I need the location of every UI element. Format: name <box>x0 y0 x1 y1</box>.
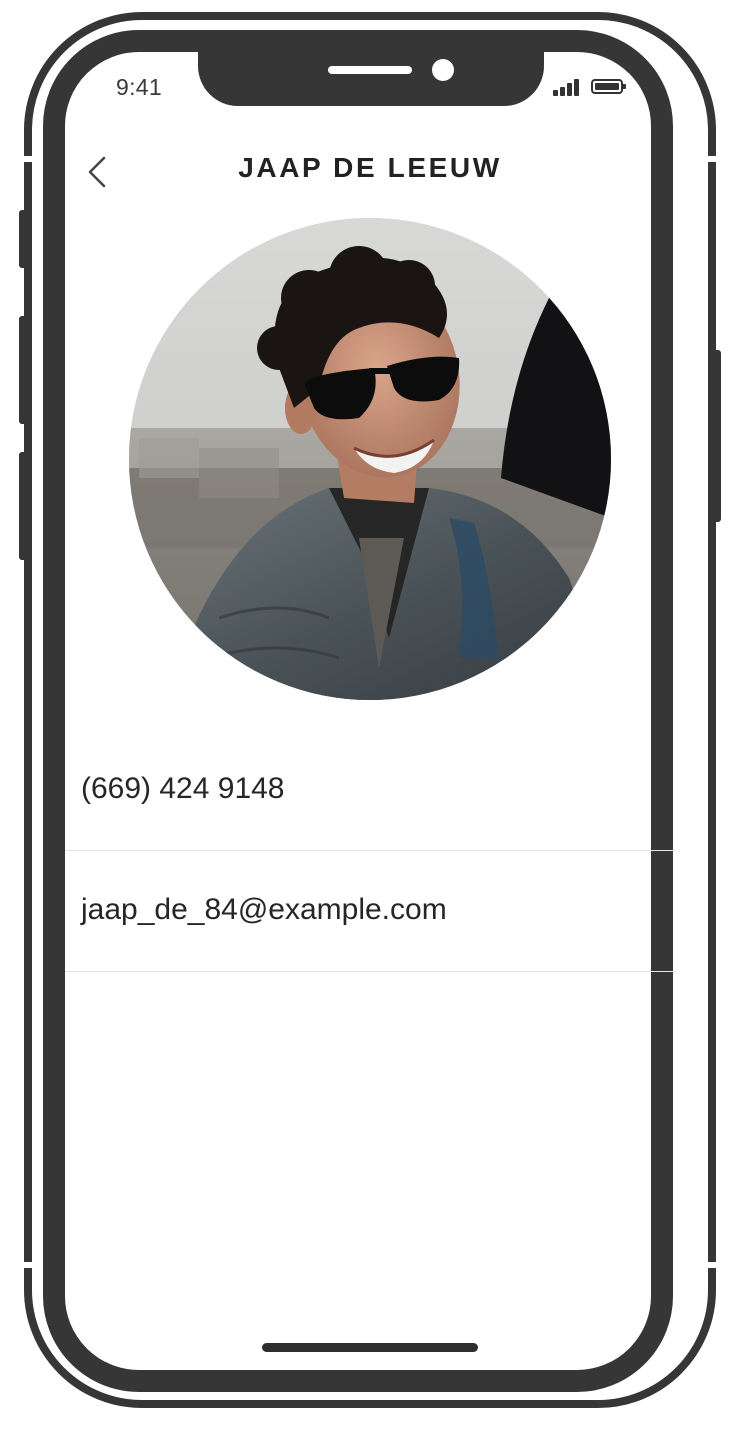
antenna-line <box>704 156 718 162</box>
speaker-grille <box>328 66 412 74</box>
antenna-line <box>22 156 36 162</box>
front-camera <box>432 59 454 81</box>
page-title: JAAP DE LEEUW <box>238 152 502 183</box>
notch <box>198 52 544 106</box>
chevron-left-icon[interactable] <box>84 152 114 192</box>
power-button <box>713 350 721 522</box>
volume-down-button <box>19 452 27 560</box>
signal-icon <box>553 78 583 96</box>
phone-number: (669) 424 9148 <box>81 772 285 805</box>
email-address: jaap_de_84@example.com <box>81 893 447 926</box>
home-indicator[interactable] <box>262 1343 478 1352</box>
antenna-line <box>22 1262 36 1268</box>
battery-icon <box>591 79 626 94</box>
status-time: 9:41 <box>116 74 162 100</box>
antenna-line <box>704 1262 718 1268</box>
volume-up-button <box>19 316 27 424</box>
avatar <box>129 218 611 700</box>
mute-switch <box>19 210 27 268</box>
email-row[interactable]: jaap_de_84@example.com <box>65 852 673 972</box>
phone-row[interactable]: (669) 424 9148 <box>65 731 673 851</box>
